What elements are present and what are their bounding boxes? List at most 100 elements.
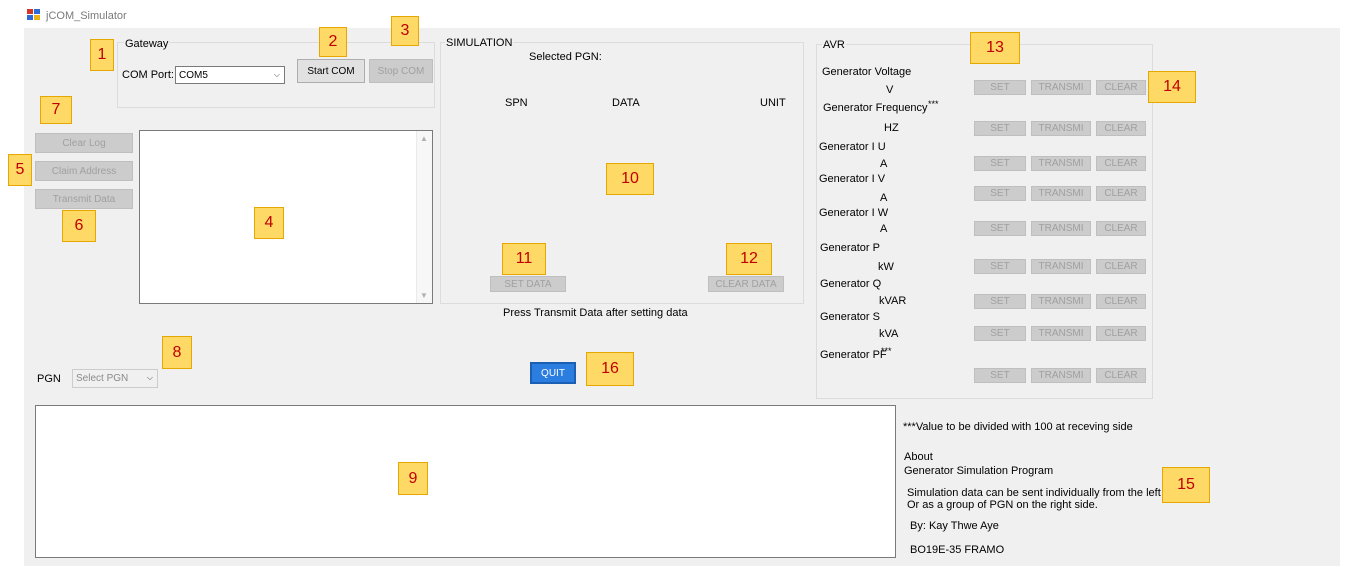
avr-set-button[interactable]: SET [974,121,1026,136]
app-icon [27,9,41,21]
annotation-badge-10: 10 [606,163,654,195]
avr-row-unit: kVAR [879,295,907,307]
annotation-badge-3: 3 [391,16,419,46]
com-port-label: COM Port: [122,69,174,81]
annotation-badge-9: 9 [398,462,428,495]
avr-row-name: Generator Frequency [823,102,928,114]
avr-row-unit: A [880,192,888,204]
avr-row-name: Generator P [820,242,880,254]
annotation-badge-6: 6 [62,210,96,242]
avr-group-label: AVR [822,39,846,51]
avr-transmit-button[interactable]: TRANSMI [1031,221,1091,236]
transmit-data-button[interactable]: Transmit Data [35,189,133,209]
avr-transmit-button[interactable]: TRANSMI [1031,186,1091,201]
pgn-select-placeholder: Select PGN [76,373,129,384]
about-code: BO19E-35 FRAMO [910,544,1005,556]
annotation-badge-15: 15 [1162,467,1210,503]
set-data-button[interactable]: SET DATA [490,276,566,292]
spn-column-header: SPN [505,97,528,109]
avr-set-button[interactable]: SET [974,80,1026,95]
avr-clear-button[interactable]: CLEAR [1096,368,1146,383]
avr-transmit-button[interactable]: TRANSMI [1031,294,1091,309]
avr-clear-button[interactable]: CLEAR [1096,259,1146,274]
avr-row-unit: HZ [884,122,899,134]
title-bar: jCOM_Simulator [0,0,1346,28]
annotation-badge-14: 14 [1148,71,1196,103]
avr-clear-button[interactable]: CLEAR [1096,186,1146,201]
stop-com-button[interactable]: Stop COM [369,59,433,83]
about-program: Generator Simulation Program [904,465,1054,477]
annotation-badge-2: 2 [319,27,347,57]
log-scrollbar[interactable]: ▲ ▼ [416,131,432,303]
avr-set-button[interactable]: SET [974,156,1026,171]
clear-log-button[interactable]: Clear Log [35,133,133,153]
about-line-2: Or as a group of PGN on the right side. [907,499,1098,511]
divide-note: ***Value to be divided with 100 at recev… [903,421,1133,433]
annotation-badge-16: 16 [586,352,634,386]
avr-set-button[interactable]: SET [974,326,1026,341]
avr-clear-button[interactable]: CLEAR [1096,121,1146,136]
about-title: About [904,451,933,463]
chevron-down-icon: ⌵ [146,373,153,382]
avr-row-unit: A [880,223,888,235]
output-textarea[interactable] [35,405,896,558]
scroll-up-icon: ▲ [420,134,428,143]
claim-address-button[interactable]: Claim Address [35,161,133,181]
about-author: By: Kay Thwe Aye [910,520,999,532]
gateway-group-label: Gateway [124,38,170,50]
avr-transmit-button[interactable]: TRANSMI [1031,326,1091,341]
start-com-button[interactable]: Start COM [297,59,365,83]
avr-clear-button[interactable]: CLEAR [1096,80,1146,95]
avr-set-button[interactable]: SET [974,259,1026,274]
avr-row-unit: kW [878,261,894,273]
avr-row-name: Generator I V [819,173,886,185]
pgn-select[interactable]: Select PGN ⌵ [72,369,158,388]
avr-clear-button[interactable]: CLEAR [1096,294,1146,309]
unit-column-header: UNIT [760,97,786,109]
log-textarea[interactable]: ▲ ▼ [139,130,433,304]
avr-set-button[interactable]: SET [974,294,1026,309]
avr-row-name: Generator I U [819,141,886,153]
selected-pgn-label: Selected PGN: [529,51,602,63]
annotation-badge-1: 1 [90,39,114,71]
avr-row-name: Generator S [820,311,880,323]
transmit-hint: Press Transmit Data after setting data [503,307,688,319]
avr-row-name: Generator Voltage [822,66,912,78]
avr-transmit-button[interactable]: TRANSMI [1031,259,1091,274]
avr-clear-button[interactable]: CLEAR [1096,326,1146,341]
about-line-1: Simulation data can be sent individually… [907,487,1188,499]
pgn-label: PGN [37,373,61,385]
avr-set-button[interactable]: SET [974,186,1026,201]
avr-clear-button[interactable]: CLEAR [1096,156,1146,171]
clear-data-button[interactable]: CLEAR DATA [708,276,784,292]
annotation-badge-8: 8 [162,336,192,369]
annotation-badge-5: 5 [8,154,32,186]
avr-row-unit: V [886,84,894,96]
avr-row-name: Generator I W [819,207,889,219]
avr-transmit-button[interactable]: TRANSMI [1031,121,1091,136]
avr-row-name: Generator Q [820,278,882,290]
scroll-down-icon: ▼ [420,291,428,300]
com-port-select[interactable]: COM5 ⌵ [175,66,285,84]
avr-transmit-button[interactable]: TRANSMI [1031,80,1091,95]
quit-button[interactable]: QUIT [530,362,576,384]
annotation-badge-4: 4 [254,207,284,239]
annotation-badge-7: 7 [40,96,72,124]
avr-row-mark: *** [881,346,892,356]
annotation-badge-11: 11 [502,243,546,275]
com-port-value: COM5 [179,69,208,81]
annotation-badge-12: 12 [726,243,772,275]
avr-transmit-button[interactable]: TRANSMI [1031,368,1091,383]
data-column-header: DATA [612,97,640,109]
chevron-down-icon: ⌵ [273,70,280,79]
simulation-group-label: SIMULATION [445,37,514,49]
window-title: jCOM_Simulator [46,10,127,22]
avr-row-mark: *** [928,99,939,109]
avr-row-unit: A [880,158,888,170]
avr-clear-button[interactable]: CLEAR [1096,221,1146,236]
avr-set-button[interactable]: SET [974,368,1026,383]
avr-set-button[interactable]: SET [974,221,1026,236]
avr-transmit-button[interactable]: TRANSMI [1031,156,1091,171]
avr-row-unit: kVA [879,328,899,340]
avr-row-name: Generator PF [820,349,887,361]
